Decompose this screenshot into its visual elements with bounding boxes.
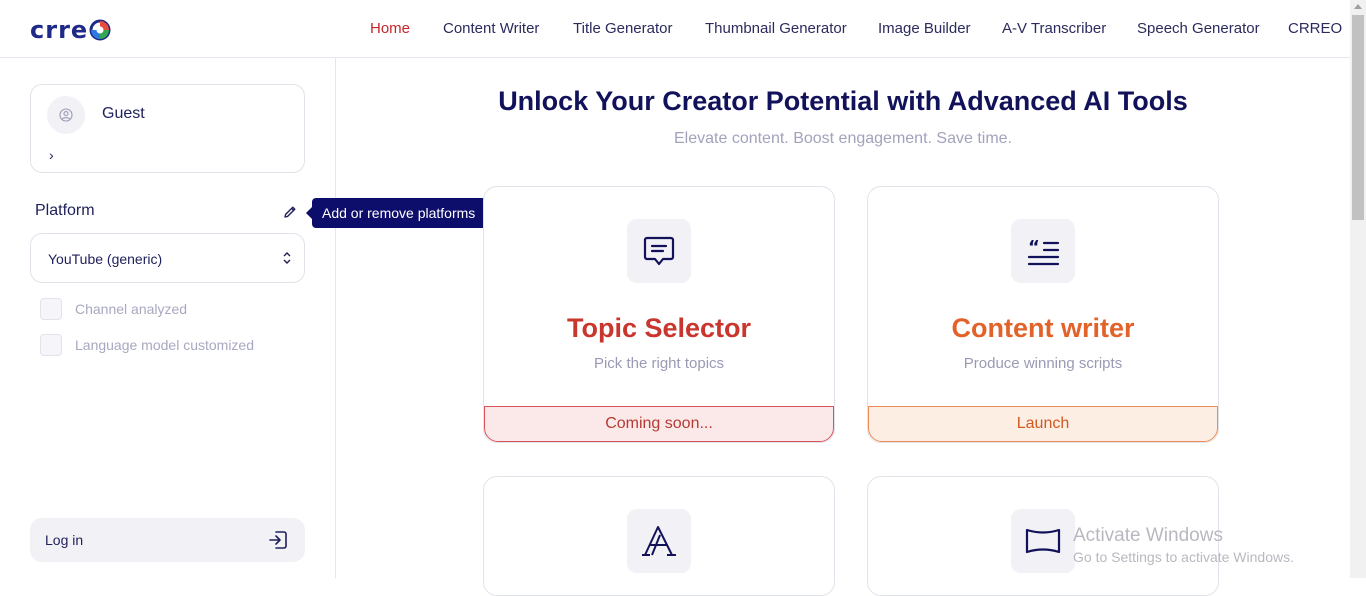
card-topic-selector: Topic Selector Pick the right topics Com…	[483, 186, 835, 443]
check-language-model: Language model customized	[40, 334, 254, 356]
svg-text:“: “	[1028, 237, 1040, 258]
scroll-up-arrow-icon[interactable]	[1354, 4, 1362, 9]
login-icon	[269, 531, 287, 549]
card-title: Topic Selector	[566, 313, 752, 343]
hero-title: Unlock Your Creator Potential with Advan…	[498, 86, 1188, 116]
top-navbar: crre Home Content Writer Title Generator…	[0, 0, 1350, 58]
card-icon-box	[627, 219, 691, 283]
card-title: Content writer	[951, 313, 1135, 343]
user-card[interactable]: Guest ›	[30, 84, 305, 173]
windows-activation-watermark: Activate Windows Go to Settings to activ…	[1073, 525, 1294, 565]
card-subtitle: Pick the right topics	[593, 355, 725, 372]
nav-image-builder[interactable]: Image Builder	[878, 20, 971, 37]
nav-crreo[interactable]: CRREO	[1288, 20, 1342, 37]
checkbox[interactable]	[40, 334, 62, 356]
nav-title-generator[interactable]: Title Generator	[573, 20, 673, 37]
login-button[interactable]: Log in	[30, 518, 305, 562]
check-channel-analyzed: Channel analyzed	[40, 298, 187, 320]
check-label: Channel analyzed	[75, 301, 188, 317]
banner-icon	[1025, 528, 1061, 554]
platform-tooltip: Add or remove platforms	[306, 198, 488, 228]
nav-home[interactable]: Home	[370, 20, 410, 37]
checkbox[interactable]	[40, 298, 62, 320]
watermark-line1: Activate Windows	[1073, 525, 1223, 546]
watermark-line2: Go to Settings to activate Windows.	[1073, 549, 1294, 565]
scrollbar-thumb[interactable]	[1352, 15, 1364, 220]
nav-av-transcriber[interactable]: A-V Transcriber	[1002, 20, 1106, 37]
nav-thumbnail-generator[interactable]: Thumbnail Generator	[705, 20, 847, 37]
page-scrollbar[interactable]	[1350, 0, 1366, 578]
user-circle-icon	[59, 108, 73, 122]
sidebar: Guest › Platform YouTube (generic) Chann…	[0, 58, 336, 578]
check-label: Language model customized	[75, 337, 255, 353]
launch-button[interactable]: Launch	[868, 406, 1218, 442]
card-icon-box	[1011, 509, 1075, 573]
coming-soon-button[interactable]: Coming soon...	[484, 406, 834, 442]
user-name: Guest	[102, 105, 145, 122]
avatar	[47, 96, 85, 134]
pencil-icon[interactable]	[282, 204, 298, 220]
login-label: Log in	[45, 532, 84, 548]
card-icon-box	[627, 509, 691, 573]
card-content-writer: “ Content writer Produce winning scripts…	[867, 186, 1219, 443]
nav-content-writer[interactable]: Content Writer	[443, 20, 539, 37]
main-nav: Home Content Writer Title Generator Thum…	[0, 20, 1350, 40]
chevron-right-icon[interactable]: ›	[49, 147, 54, 163]
platform-select[interactable]: YouTube (generic)	[30, 233, 305, 283]
quote-lines-icon: “	[1027, 237, 1060, 266]
nav-speech-generator[interactable]: Speech Generator	[1137, 20, 1260, 37]
letter-a-icon	[642, 526, 676, 556]
card-icon-box: “	[1011, 219, 1075, 283]
card-image-tool	[483, 476, 835, 596]
chat-bubble-icon	[643, 236, 675, 266]
platform-label: Platform	[35, 202, 95, 219]
platform-select-value: YouTube (generic)	[48, 251, 163, 267]
tooltip-text: Add or remove platforms	[322, 205, 476, 221]
card-subtitle: Produce winning scripts	[963, 355, 1123, 372]
chevron-updown-icon	[283, 252, 291, 264]
hero-subtitle: Elevate content. Boost engagement. Save …	[674, 130, 1012, 147]
